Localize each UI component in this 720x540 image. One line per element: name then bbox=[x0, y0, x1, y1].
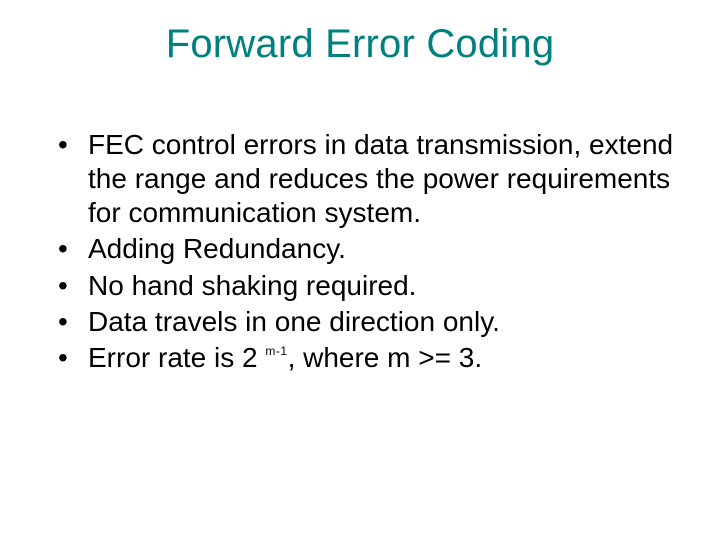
bullet-text: Data travels in one direction only. bbox=[88, 306, 500, 337]
bullet-item: Error rate is 2 m-1, where m >= 3. bbox=[54, 341, 674, 375]
slide: Forward Error Coding FEC control errors … bbox=[0, 0, 720, 540]
bullet-item: No hand shaking required. bbox=[54, 269, 674, 303]
bullet-list: FEC control errors in data transmission,… bbox=[54, 128, 674, 375]
bullet-text-suffix: , where m >= 3. bbox=[288, 342, 483, 373]
slide-body: FEC control errors in data transmission,… bbox=[54, 128, 674, 377]
bullet-item: FEC control errors in data transmission,… bbox=[54, 128, 674, 230]
slide-title: Forward Error Coding bbox=[0, 22, 720, 67]
bullet-item: Data travels in one direction only. bbox=[54, 305, 674, 339]
bullet-text: FEC control errors in data transmission,… bbox=[88, 129, 673, 228]
bullet-text-prefix: Error rate is 2 bbox=[88, 342, 265, 373]
bullet-item: Adding Redundancy. bbox=[54, 232, 674, 266]
exponent-text: m-1 bbox=[265, 344, 287, 358]
bullet-text: No hand shaking required. bbox=[88, 270, 416, 301]
bullet-text: Adding Redundancy. bbox=[88, 233, 346, 264]
